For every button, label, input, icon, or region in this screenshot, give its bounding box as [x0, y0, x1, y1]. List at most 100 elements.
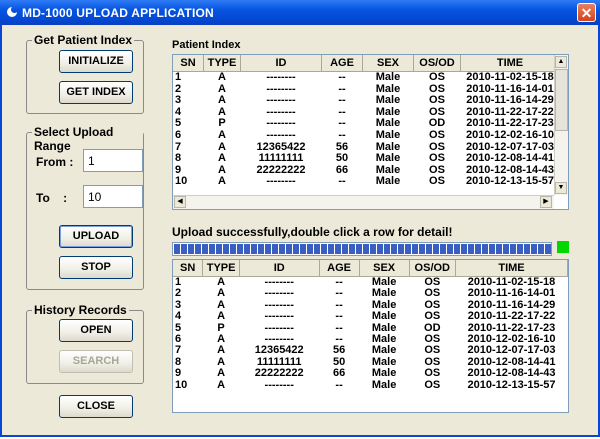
window-title: MD-1000 UPLOAD APPLICATION	[22, 6, 214, 20]
upload-button[interactable]: UPLOAD	[59, 225, 133, 248]
progress-segment	[265, 244, 271, 254]
progress-segment	[531, 244, 537, 254]
search-button: SEARCH	[59, 350, 133, 373]
upload-progress-bar	[172, 242, 552, 256]
table-cell: 9	[175, 367, 182, 380]
table-cell: 4	[175, 310, 182, 323]
progress-segment	[419, 244, 425, 254]
column-header[interactable]: TIME	[460, 55, 560, 72]
progress-segment	[300, 244, 306, 254]
to-label: To :	[36, 191, 68, 205]
table-cell: A	[218, 175, 226, 188]
progress-segment	[454, 244, 460, 254]
table-cell: --------	[264, 310, 294, 323]
header-row: SN TYPE ID AGE SEX OS/OD TIME	[173, 260, 568, 277]
table-cell: A	[218, 71, 226, 83]
column-header[interactable]: AGE	[321, 55, 363, 72]
table-cell: OS	[429, 71, 445, 83]
progress-segment	[503, 244, 509, 254]
table-row[interactable]: 8 A 11111111 50 Male OS 2010-12-08-14-41	[173, 153, 560, 165]
table-cell: 2010-12-13-15-57	[465, 175, 555, 188]
table-cell: OS	[424, 378, 441, 391]
vertical-scrollbar[interactable]: ▲ ▼	[554, 55, 568, 195]
table-row[interactable]: 1 A -------- -- Male OS 2010-11-02-15-18	[173, 71, 560, 84]
stop-button[interactable]: STOP	[59, 256, 133, 279]
table-cell: --	[338, 175, 346, 188]
column-header[interactable]: TYPE	[202, 260, 240, 277]
table-cell: A	[217, 310, 226, 323]
table-cell: Male	[371, 378, 397, 391]
table-cell: 2010-12-13-15-57	[467, 378, 556, 391]
column-header[interactable]: SEX	[362, 55, 414, 72]
table-cell: --------	[266, 175, 296, 188]
table-cell: Male	[375, 152, 401, 165]
column-header[interactable]: ID	[239, 260, 320, 277]
table-row[interactable]: 9 A 22222222 66 Male OS 2010-12-08-14-43	[173, 367, 568, 380]
scroll-up-icon[interactable]: ▲	[555, 56, 567, 68]
progress-segment	[496, 244, 502, 254]
progress-segment	[286, 244, 292, 254]
column-header[interactable]: SEX	[359, 260, 410, 277]
header-row: SN TYPE ID AGE SEX OS/OD TIME	[173, 55, 560, 72]
column-header[interactable]: SN	[173, 55, 204, 72]
table-cell: Male	[375, 175, 401, 188]
column-header[interactable]: AGE	[319, 260, 360, 277]
table-cell: A	[217, 367, 226, 380]
table-row[interactable]: 10 A -------- -- Male OS 2010-12-13-15-57	[173, 378, 568, 391]
progress-segment	[391, 244, 397, 254]
table-row[interactable]: 6 A -------- -- Male OS 2010-12-02-16-10	[173, 128, 560, 142]
table-cell: 1	[175, 71, 182, 83]
table-cell: OS	[424, 367, 441, 380]
progress-segment	[188, 244, 194, 254]
column-header[interactable]: TYPE	[203, 55, 241, 72]
scroll-left-icon[interactable]: ◀	[174, 196, 186, 208]
table-cell: OS	[424, 310, 441, 323]
table-cell: 10	[175, 175, 188, 188]
from-field[interactable]	[83, 149, 143, 172]
scroll-thumb[interactable]	[555, 69, 568, 131]
column-header[interactable]: TIME	[455, 260, 568, 277]
horizontal-scrollbar[interactable]: ◀ ▶	[173, 195, 554, 209]
scroll-right-icon[interactable]: ▶	[540, 196, 552, 208]
progress-segment	[468, 244, 474, 254]
upload-result-list[interactable]: SN TYPE ID AGE SEX OS/OD TIME 1 A -------- -- Male O…	[172, 259, 569, 413]
progress-segment	[216, 244, 222, 254]
progress-segment	[426, 244, 432, 254]
scroll-down-icon[interactable]: ▼	[555, 182, 567, 194]
status-message: Upload successfully,double click a row f…	[172, 225, 453, 239]
table-cell: A	[217, 378, 226, 391]
patient-index-table: SN TYPE ID AGE SEX OS/OD TIME 1 A -------- -- Male O…	[173, 55, 560, 188]
progress-segment	[384, 244, 390, 254]
progress-segment	[363, 244, 369, 254]
progress-segment	[237, 244, 243, 254]
progress-segment	[377, 244, 383, 254]
table-cell: Male	[375, 128, 401, 141]
progress-segment	[405, 244, 411, 254]
table-cell: 6	[175, 128, 182, 141]
progress-segment	[321, 244, 327, 254]
table-row[interactable]: 10 A -------- -- Male OS 2010-12-13-15-57	[173, 176, 560, 188]
column-header[interactable]: OS/OD	[409, 260, 457, 277]
column-header[interactable]: OS/OD	[413, 55, 461, 72]
table-cell: A	[218, 152, 226, 165]
progress-segment	[489, 244, 495, 254]
get-index-button[interactable]: GET INDEX	[59, 81, 133, 104]
progress-segment	[524, 244, 530, 254]
close-button[interactable]: CLOSE	[59, 395, 133, 418]
to-field[interactable]	[83, 185, 143, 208]
progress-segment	[244, 244, 250, 254]
open-button[interactable]: OPEN	[59, 319, 133, 342]
column-header[interactable]: SN	[173, 260, 204, 277]
column-header[interactable]: ID	[240, 55, 322, 72]
table-cell: OS	[429, 175, 445, 188]
table-cell: 10	[175, 378, 188, 391]
table-cell: --	[338, 71, 346, 83]
table-cell: 2010-11-02-15-18	[466, 71, 554, 83]
table-cell: 2010-12-02-16-10	[465, 128, 555, 141]
patient-index-list[interactable]: SN TYPE ID AGE SEX OS/OD TIME 1 A -------- -- Male O…	[172, 54, 569, 210]
get-patient-index-legend: Get Patient Index	[32, 33, 135, 47]
table-row[interactable]: 4 A -------- -- Male OS 2010-11-22-17-22	[173, 310, 568, 323]
close-window-button[interactable]: ✕	[577, 3, 596, 22]
title-bar[interactable]: MD-1000 UPLOAD APPLICATION ✕	[0, 0, 600, 25]
initialize-button[interactable]: INITIALIZE	[59, 50, 133, 73]
